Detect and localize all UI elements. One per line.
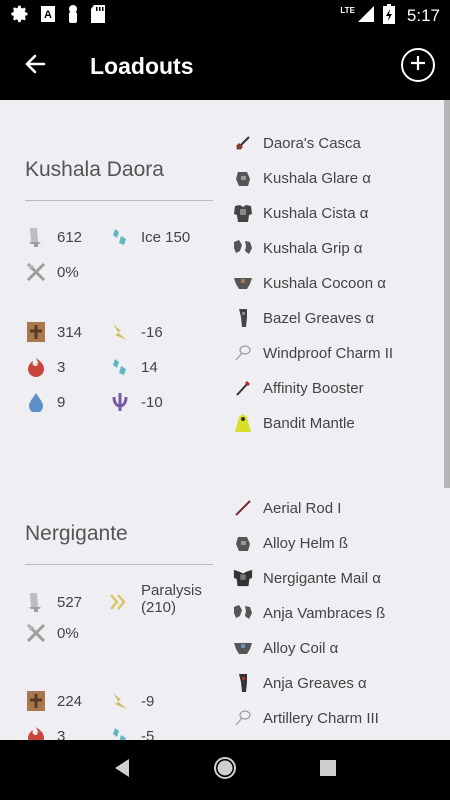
add-loadout-button[interactable] xyxy=(401,48,435,82)
gear-icon xyxy=(10,4,30,29)
fire-icon xyxy=(25,356,47,378)
fire-res-stat: 3 xyxy=(25,725,65,740)
nav-back-icon xyxy=(113,758,131,783)
fire-res-stat: 3 xyxy=(25,356,65,378)
dragon-icon xyxy=(109,391,131,413)
thunder-res-stat: -16 xyxy=(109,321,163,343)
ice-res-stat: 14 xyxy=(109,356,158,378)
mantle-icon xyxy=(233,413,253,433)
nav-recents-icon xyxy=(319,759,337,782)
equipment-item[interactable]: Nergigante Mail α xyxy=(233,568,381,588)
screen: A LTE 5:17 Loadouts Kushala Daora 612 Ic… xyxy=(0,0,450,800)
svg-text:A: A xyxy=(44,9,52,21)
chest-icon xyxy=(233,203,253,223)
sword-icon xyxy=(25,226,47,248)
loadout-summary: Kushala Daora xyxy=(25,128,213,201)
paralysis-icon xyxy=(109,591,131,613)
equipment-item[interactable]: Daora's Casca xyxy=(233,133,361,153)
ice-icon xyxy=(109,356,131,378)
affinity-stat: 0% xyxy=(25,261,79,283)
dragon-res-stat: -10 xyxy=(109,391,163,413)
shield-icon xyxy=(25,321,47,343)
divider xyxy=(25,200,213,201)
attack-stat: 612 xyxy=(25,226,82,248)
plus-icon xyxy=(410,55,426,76)
arms-icon xyxy=(233,238,253,258)
element-stat: Ice 150 xyxy=(109,226,190,248)
element-stat: Paralysis (210) xyxy=(109,582,221,616)
nav-home-button[interactable] xyxy=(205,750,245,790)
equipment-item[interactable]: Alloy Helm ß xyxy=(233,533,348,553)
waist-icon xyxy=(233,638,253,658)
thunder-res-stat: -9 xyxy=(109,690,154,712)
nav-recents-button[interactable] xyxy=(308,750,348,790)
status-bar: A LTE 5:17 xyxy=(0,0,450,32)
equipment-item[interactable]: Bandit Mantle xyxy=(233,413,355,433)
helm-icon xyxy=(233,168,253,188)
legs-icon xyxy=(233,673,253,693)
sd-card-icon xyxy=(90,4,106,29)
loadout-name: Kushala Daora xyxy=(25,158,164,181)
status-time: 5:17 xyxy=(406,6,440,25)
back-button[interactable] xyxy=(0,32,70,100)
equipment-item[interactable]: Bazel Greaves α xyxy=(233,308,374,328)
status-right: LTE 5:17 xyxy=(334,3,440,29)
battery-icon xyxy=(382,3,395,29)
app-bar: Loadouts xyxy=(0,32,450,100)
charm-icon xyxy=(233,343,253,363)
nav-home-icon xyxy=(213,756,237,785)
status-left: A xyxy=(10,4,106,29)
nav-back-button[interactable] xyxy=(102,750,142,790)
water-res-stat: 9 xyxy=(25,391,65,413)
equipment-item[interactable]: Artillery Charm III xyxy=(233,708,379,728)
ice-res-stat: -5 xyxy=(109,725,154,740)
crossed-swords-icon xyxy=(25,261,47,283)
crossed-swords-icon xyxy=(25,622,47,644)
ice-icon xyxy=(109,725,131,740)
arms-icon xyxy=(233,603,253,623)
scrollbar[interactable] xyxy=(444,100,450,488)
equipment-item[interactable]: Kushala Grip α xyxy=(233,238,363,258)
equipment-item[interactable]: Kushala Cista α xyxy=(233,203,368,223)
waist-icon xyxy=(233,273,253,293)
helm-icon xyxy=(233,533,253,553)
network-type: LTE xyxy=(340,5,355,15)
arrow-left-icon xyxy=(24,53,46,80)
equipment-item[interactable]: Anja Vambraces ß xyxy=(233,603,385,623)
divider xyxy=(25,564,213,565)
defense-stat: 314 xyxy=(25,321,82,343)
text-a-icon: A xyxy=(40,5,56,28)
attack-stat: 527 xyxy=(25,591,82,613)
booster-icon xyxy=(233,378,253,398)
system-nav-bar xyxy=(0,740,450,800)
water-drop-icon xyxy=(25,391,47,413)
page-title: Loadouts xyxy=(90,52,194,79)
defense-stat: 224 xyxy=(25,690,82,712)
shield-icon xyxy=(25,690,47,712)
affinity-stat: 0% xyxy=(25,622,79,644)
equipment-item[interactable]: Anja Greaves α xyxy=(233,673,367,693)
gunlance-icon xyxy=(233,133,253,153)
equipment-item[interactable]: Kushala Glare α xyxy=(233,168,371,188)
fire-icon xyxy=(25,725,47,740)
thunder-icon xyxy=(109,690,131,712)
insect-glaive-icon xyxy=(233,498,253,518)
charm-icon xyxy=(233,708,253,728)
equipment-item[interactable]: Kushala Cocoon α xyxy=(233,273,386,293)
equipment-item[interactable]: Windproof Charm II xyxy=(233,343,393,363)
signal-icon xyxy=(357,5,375,28)
ice-element-icon xyxy=(109,226,131,248)
location-icon xyxy=(66,4,80,29)
equipment-item[interactable]: Alloy Coil α xyxy=(233,638,338,658)
legs-icon xyxy=(233,308,253,328)
sword-icon xyxy=(25,591,47,613)
loadouts-list[interactable]: Kushala Daora 612 Ice 150 0% 314 -16 3 1… xyxy=(0,100,450,740)
loadout-summary: Nergigante xyxy=(25,492,213,565)
thunder-icon xyxy=(109,321,131,343)
loadout-name: Nergigante xyxy=(25,522,128,545)
equipment-item[interactable]: Affinity Booster xyxy=(233,378,364,398)
equipment-item[interactable]: Aerial Rod I xyxy=(233,498,341,518)
chest-icon xyxy=(233,568,253,588)
